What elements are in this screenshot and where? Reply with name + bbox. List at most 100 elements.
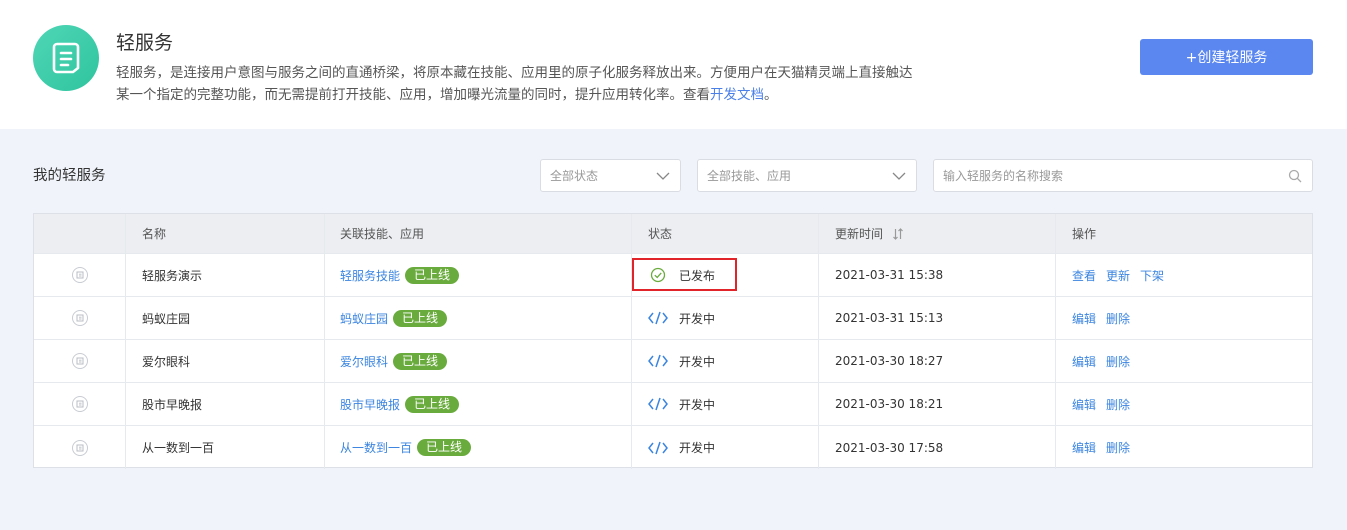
service-icon — [71, 396, 88, 412]
page-header: 轻服务 轻服务，是连接用户意图与服务之间的直通桥梁，将原本藏在技能、应用里的原子… — [0, 0, 1347, 129]
code-icon — [648, 310, 668, 326]
service-name: 爱尔眼科 — [126, 340, 325, 382]
chevron-down-icon — [656, 172, 670, 180]
status-badge: 开发中 — [648, 439, 715, 456]
light-service-table: 名称 关联技能、应用 状态 更新时间 操作 轻服务演示 轻服务技能 已上线 已发布 20… — [33, 213, 1313, 469]
page-description: 轻服务，是连接用户意图与服务之间的直通桥梁，将原本藏在技能、应用里的原子化服务释… — [116, 62, 956, 106]
status-cell: 开发中 — [632, 426, 819, 469]
service-name: 蚂蚁庄园 — [126, 297, 325, 339]
row-icon-cell — [34, 426, 126, 469]
update-time: 2021-03-31 15:13 — [819, 297, 1056, 339]
service-name: 股市早晚报 — [126, 383, 325, 425]
status-badge: 已发布 — [648, 267, 715, 284]
status-text: 开发中 — [679, 397, 716, 412]
update-time: 2021-03-30 18:27 — [819, 340, 1056, 382]
online-badge: 已上线 — [405, 395, 460, 413]
column-header-update-time[interactable]: 更新时间 — [819, 214, 1056, 253]
action-删除[interactable]: 删除 — [1106, 353, 1130, 370]
status-cell: 开发中 — [632, 383, 819, 425]
action-更新[interactable]: 更新 — [1106, 267, 1130, 284]
service-icon — [71, 310, 88, 326]
row-icon-cell — [34, 383, 126, 425]
service-icon — [71, 267, 88, 283]
status-text: 开发中 — [679, 354, 716, 369]
skill-select[interactable]: 全部技能、应用 — [697, 159, 917, 192]
column-header-actions: 操作 — [1072, 227, 1097, 241]
chevron-down-icon — [892, 172, 906, 180]
row-icon-cell — [34, 254, 126, 296]
page-title: 轻服务 — [116, 32, 174, 54]
service-icon — [71, 439, 88, 456]
skill-cell: 爱尔眼科 已上线 — [325, 340, 632, 382]
actions-cell: 编辑 删除 — [1056, 383, 1312, 425]
action-编辑[interactable]: 编辑 — [1072, 310, 1096, 327]
actions-cell: 编辑 删除 — [1056, 297, 1312, 339]
table-row: 爱尔眼科 爱尔眼科 已上线 开发中 2021-03-30 18:27 编辑 删除 — [34, 340, 1312, 383]
action-删除[interactable]: 删除 — [1106, 396, 1130, 413]
column-header-icon — [34, 214, 126, 253]
code-icon — [648, 440, 668, 456]
search-input[interactable] — [934, 160, 1264, 191]
action-编辑[interactable]: 编辑 — [1072, 396, 1096, 413]
status-cell: 开发中 — [632, 340, 819, 382]
status-cell: 已发布 — [632, 254, 819, 296]
column-header-skill: 关联技能、应用 — [325, 214, 632, 253]
update-time: 2021-03-31 15:38 — [819, 254, 1056, 296]
dev-docs-link[interactable]: 开发文档 — [710, 87, 764, 103]
document-list-icon — [33, 25, 99, 91]
table-row: 股市早晚报 股市早晚报 已上线 开发中 2021-03-30 18:21 编辑 删除 — [34, 383, 1312, 426]
action-删除[interactable]: 删除 — [1106, 439, 1130, 456]
skill-link[interactable]: 蚂蚁庄园 — [340, 310, 388, 327]
code-icon — [648, 353, 668, 369]
table-row: 蚂蚁庄园 蚂蚁庄园 已上线 开发中 2021-03-31 15:13 编辑 删除 — [34, 297, 1312, 340]
skill-link[interactable]: 股市早晚报 — [340, 396, 400, 413]
skill-link[interactable]: 从一数到一百 — [340, 439, 412, 456]
online-badge: 已上线 — [393, 352, 448, 370]
table-row: 轻服务演示 轻服务技能 已上线 已发布 2021-03-31 15:38 查看 更新 下架 — [34, 254, 1312, 297]
action-删除[interactable]: 删除 — [1106, 310, 1130, 327]
actions-cell: 编辑 删除 — [1056, 426, 1312, 469]
skill-cell: 从一数到一百 已上线 — [325, 426, 632, 469]
online-badge: 已上线 — [417, 439, 472, 456]
skill-link[interactable]: 爱尔眼科 — [340, 353, 388, 370]
status-badge: 开发中 — [648, 353, 715, 370]
status-select[interactable]: 全部状态 — [540, 159, 681, 192]
table-row: 从一数到一百 从一数到一百 已上线 开发中 2021-03-30 17:58 编辑 删除 — [34, 426, 1312, 469]
action-下架[interactable]: 下架 — [1140, 267, 1164, 284]
status-text: 已发布 — [679, 268, 716, 283]
status-select-value: 全部状态 — [550, 169, 599, 183]
sort-icon[interactable] — [892, 227, 904, 240]
search-box — [933, 159, 1313, 192]
search-icon[interactable] — [1288, 169, 1302, 183]
service-name: 轻服务演示 — [126, 254, 325, 296]
service-name: 从一数到一百 — [126, 426, 325, 469]
column-header-update-time-label: 更新时间 — [835, 227, 884, 241]
actions-cell: 编辑 删除 — [1056, 340, 1312, 382]
status-badge: 开发中 — [648, 396, 715, 413]
section-title: 我的轻服务 — [33, 168, 106, 184]
code-icon — [648, 396, 668, 412]
column-header-name: 名称 — [126, 214, 325, 253]
skill-cell: 股市早晚报 已上线 — [325, 383, 632, 425]
service-icon — [71, 353, 88, 369]
row-icon-cell — [34, 297, 126, 339]
description-line-1: 轻服务，是连接用户意图与服务之间的直通桥梁，将原本藏在技能、应用里的原子化服务释… — [116, 65, 913, 81]
status-text: 开发中 — [679, 441, 716, 455]
action-查看[interactable]: 查看 — [1072, 267, 1096, 284]
action-编辑[interactable]: 编辑 — [1072, 353, 1096, 370]
update-time: 2021-03-30 17:58 — [819, 426, 1056, 469]
skill-select-value: 全部技能、应用 — [707, 169, 792, 183]
skill-link[interactable]: 轻服务技能 — [340, 267, 400, 284]
online-badge: 已上线 — [393, 309, 448, 327]
status-text: 开发中 — [679, 311, 716, 326]
row-icon-cell — [34, 340, 126, 382]
description-line-2: 某一个指定的完整功能，而无需提前打开技能、应用，增加曝光流量的同时，提升应用转化… — [116, 84, 956, 106]
actions-cell: 查看 更新 下架 — [1056, 254, 1312, 296]
description-suffix: 。 — [764, 87, 778, 103]
status-badge: 开发中 — [648, 310, 715, 327]
skill-cell: 蚂蚁庄园 已上线 — [325, 297, 632, 339]
action-编辑[interactable]: 编辑 — [1072, 439, 1096, 456]
create-light-service-button[interactable]: +创建轻服务 — [1140, 39, 1313, 75]
status-cell: 开发中 — [632, 297, 819, 339]
skill-cell: 轻服务技能 已上线 — [325, 254, 632, 296]
